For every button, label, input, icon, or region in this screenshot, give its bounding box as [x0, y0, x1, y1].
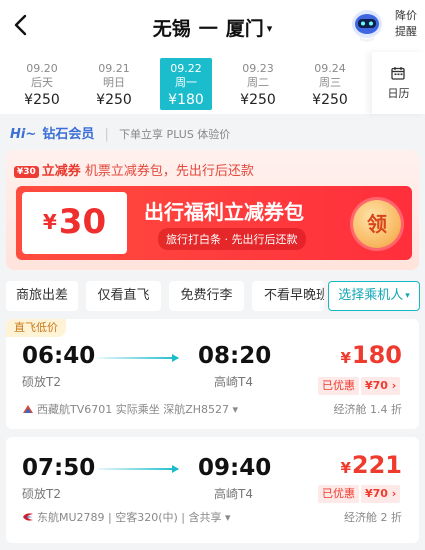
- departure-airport: 硕放T2: [22, 375, 61, 389]
- cabin-class: 经济舱 1.4 折: [333, 403, 403, 416]
- coupon-subtitle: 旅行打白条 · 先出行后还款: [158, 228, 306, 250]
- departure-time: 07:50: [22, 455, 96, 481]
- filter-free-baggage[interactable]: 免费行李: [169, 281, 244, 311]
- flight-card[interactable]: 07:50 硕放T2 09:40 高崎T4 ¥221 已优惠 ¥70 › 东航MU…: [6, 437, 419, 543]
- currency-symbol: ¥: [340, 349, 351, 367]
- weekday-label: 周二: [247, 76, 269, 89]
- date-item-selected[interactable]: 09.22 周一 ¥180: [160, 58, 212, 110]
- discount-info[interactable]: 已优惠 ¥70 ›: [318, 377, 401, 395]
- cabin-class: 经济舱 2 折: [344, 511, 402, 524]
- currency-symbol: ¥: [42, 210, 57, 234]
- date-price: ¥250: [312, 92, 348, 108]
- price-value: 180: [351, 341, 402, 369]
- flight-price: ¥221: [326, 451, 402, 479]
- date-strip: 09.20 后天 ¥250 09.21 明日 ¥250 09.22 周一 ¥18…: [0, 52, 425, 114]
- discount-label: 已优惠: [318, 377, 359, 395]
- date-item[interactable]: 09.23 周二 ¥250: [232, 58, 284, 110]
- discount-amount: ¥70 ›: [361, 377, 401, 395]
- airline-flight-text: 西藏航TV6701 实际乘坐 深航ZH8527 ▾: [37, 403, 239, 416]
- promo-section: ¥30 立减券 机票立减券包，先出行后还款 ¥30 出行福利立减券包 旅行打白条 ·…: [6, 150, 419, 270]
- discount-amount: ¥70 ›: [361, 485, 401, 503]
- direct-lowprice-tag: 直飞低价: [6, 319, 66, 337]
- airline-info[interactable]: 西藏航TV6701 实际乘坐 深航ZH8527 ▾: [22, 401, 238, 417]
- member-benefit: 下单立享 PLUS 体验价: [119, 128, 231, 141]
- arrival-time: 08:20: [198, 343, 272, 369]
- price-alert-button[interactable]: 降价 提醒: [389, 8, 423, 40]
- claim-button[interactable]: 领: [353, 200, 401, 248]
- promo-title: 立减券: [41, 164, 81, 179]
- currency-symbol: ¥: [340, 459, 351, 477]
- member-banner[interactable]: Hi~ 钻石会员 | 下单立享 PLUS 体验价: [10, 123, 231, 142]
- arrival-airport: 高崎T4: [214, 375, 253, 389]
- top-header: 无锡一厦门 ▾ 降价 提醒: [0, 0, 425, 52]
- flight-card[interactable]: 直飞低价 06:40 硕放T2 08:20 高崎T4 ¥180 已优惠 ¥70 ›…: [6, 319, 419, 429]
- date-label: 09.24: [314, 62, 346, 75]
- date-price: ¥250: [240, 92, 276, 108]
- price-alert-label-2: 提醒: [395, 25, 417, 38]
- select-passenger-label: 选择乘机人: [338, 288, 404, 303]
- airline-flight-text: 东航MU2789 | 空客320(中) | 含共享 ▾: [37, 511, 231, 524]
- date-label: 09.21: [98, 62, 130, 75]
- origin-city: 无锡: [152, 18, 191, 40]
- price-value: 221: [351, 451, 402, 479]
- date-label: 09.22: [170, 62, 202, 75]
- weekday-label: 后天: [31, 76, 53, 89]
- date-price: ¥250: [24, 92, 60, 108]
- destination-city: 厦门: [225, 18, 264, 40]
- departure-time: 06:40: [22, 343, 96, 369]
- filter-direct-only[interactable]: 仅看直飞: [86, 281, 161, 311]
- flight-price: ¥180: [326, 341, 402, 369]
- price-alert-label-1: 降价: [395, 9, 417, 22]
- member-greeting: Hi~: [10, 127, 37, 142]
- route-arrow-icon: [98, 354, 179, 362]
- select-passenger-dropdown[interactable]: 选择乘机人 ▾: [328, 281, 420, 311]
- weekday-label: 周一: [175, 76, 197, 89]
- promo-desc: 机票立减券包，先出行后还款: [84, 164, 254, 179]
- chevron-down-icon: ▾: [405, 291, 410, 301]
- date-label: 09.20: [26, 62, 58, 75]
- calendar-label: 日历: [387, 87, 410, 100]
- weekday-label: 明日: [103, 76, 125, 89]
- robot-assistant-icon[interactable]: [350, 6, 384, 44]
- discount-label: 已优惠: [318, 485, 359, 503]
- date-price: ¥180: [168, 92, 204, 108]
- calendar-button[interactable]: 日历: [372, 52, 425, 114]
- divider: |: [104, 127, 109, 142]
- date-item[interactable]: 09.21 明日 ¥250: [88, 58, 140, 110]
- date-price: ¥250: [96, 92, 132, 108]
- weekday-label: 周三: [319, 76, 341, 89]
- filter-no-early-late[interactable]: 不看早晚班: [252, 281, 324, 311]
- discount-info[interactable]: 已优惠 ¥70 ›: [318, 485, 401, 503]
- calendar-icon: [391, 67, 405, 80]
- filter-bar: 商旅出差 仅看直飞 免费行李 不看早晚班 选择乘机人 ▾: [6, 281, 421, 311]
- route-arrow-icon: [98, 465, 179, 473]
- chevron-down-icon: ▾: [266, 22, 273, 35]
- tibet-airlines-logo-icon: [23, 405, 33, 413]
- date-item[interactable]: 09.20 后天 ¥250: [16, 58, 68, 110]
- airline-info[interactable]: 东航MU2789 | 空客320(中) | 含共享 ▾: [22, 509, 231, 525]
- arrival-time: 09:40: [198, 455, 272, 481]
- coupon-value-box: ¥30: [22, 192, 127, 254]
- coupon-amount-value: 30: [58, 202, 107, 242]
- member-level: 钻石会员: [42, 127, 95, 142]
- china-eastern-logo-icon: [23, 513, 33, 521]
- filter-business-trip[interactable]: 商旅出差: [6, 281, 78, 311]
- coupon-title: 出行福利立减券包: [144, 200, 304, 224]
- coupon-badge-icon: ¥30: [14, 166, 39, 178]
- promo-header: ¥30 立减券 机票立减券包，先出行后还款: [14, 160, 254, 179]
- date-item[interactable]: 09.24 周三 ¥250: [304, 58, 356, 110]
- coupon-card[interactable]: ¥30 出行福利立减券包 旅行打白条 · 先出行后还款 领: [16, 186, 412, 260]
- departure-airport: 硕放T2: [22, 487, 61, 501]
- coupon-amount: ¥30: [22, 202, 127, 242]
- arrival-airport: 高崎T4: [214, 487, 253, 501]
- date-label: 09.23: [242, 62, 274, 75]
- route-arrow: 一: [198, 18, 218, 40]
